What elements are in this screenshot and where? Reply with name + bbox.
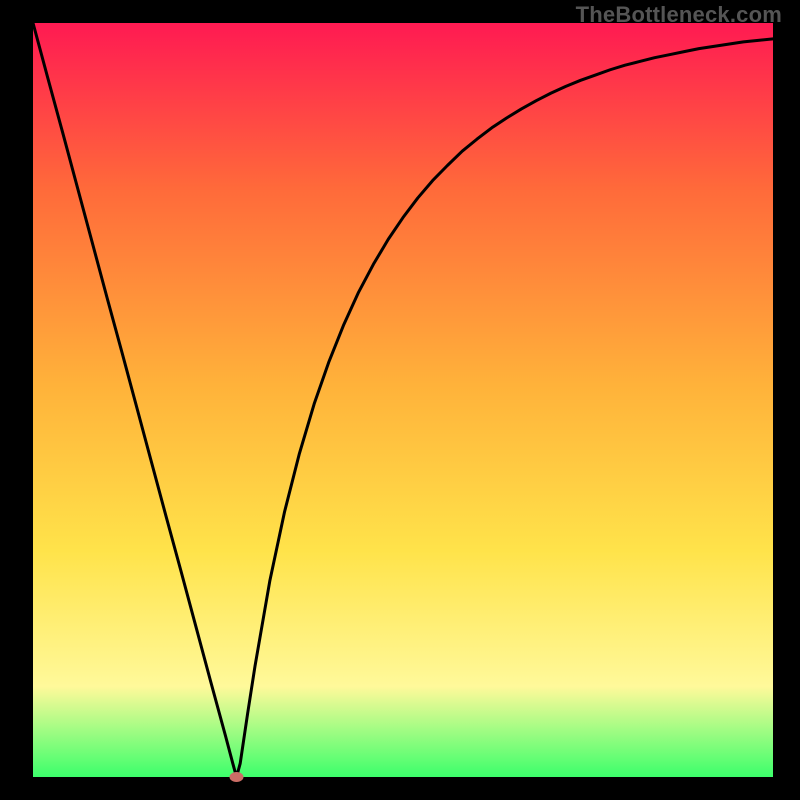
chart-frame: { "watermark": "TheBottleneck.com", "col… — [0, 0, 800, 800]
gradient-background — [33, 23, 773, 777]
min-marker — [230, 772, 244, 782]
bottleneck-chart — [0, 0, 800, 800]
